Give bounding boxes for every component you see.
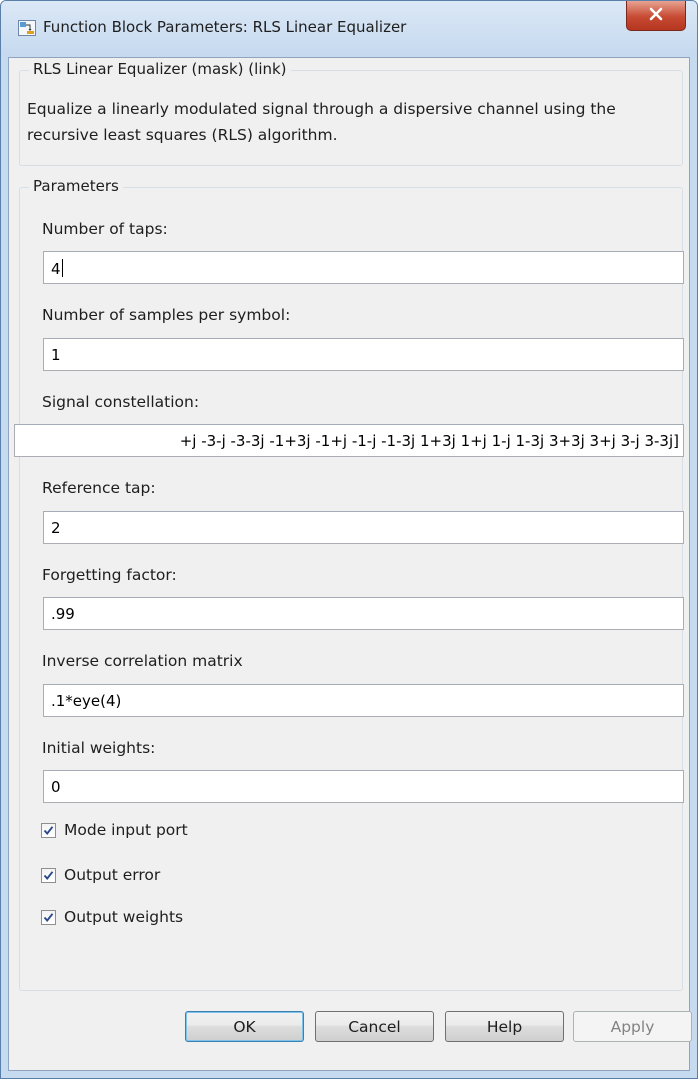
- parameters-group-title: Parameters: [29, 177, 123, 195]
- forgetting-factor-label: Forgetting factor:: [42, 566, 177, 584]
- signal-constellation-field[interactable]: +j -3-j -3-3j -1+3j -1+j -1-j -1-3j 1+3j…: [14, 424, 684, 457]
- block-description: Equalize a linearly modulated signal thr…: [27, 100, 616, 144]
- help-button[interactable]: Help: [445, 1011, 564, 1042]
- close-icon: [648, 6, 664, 25]
- output-weights-label: Output weights: [64, 908, 184, 926]
- samples-per-symbol-value: 1: [51, 346, 61, 364]
- dialog-client-area: RLS Linear Equalizer (mask) (link) Equal…: [8, 57, 690, 1071]
- reference-tap-value: 2: [51, 519, 61, 537]
- text-caret: [61, 259, 63, 277]
- reference-tap-label: Reference tap:: [42, 479, 156, 497]
- title-bar[interactable]: Function Block Parameters: RLS Linear Eq…: [1, 1, 697, 57]
- number-of-taps-label: Number of taps:: [42, 220, 168, 238]
- samples-per-symbol-field[interactable]: 1: [43, 338, 684, 371]
- number-of-taps-field[interactable]: 4: [43, 251, 684, 284]
- reference-tap-field[interactable]: 2: [43, 511, 684, 544]
- cancel-button[interactable]: Cancel: [315, 1011, 434, 1042]
- dialog-window: Function Block Parameters: RLS Linear Eq…: [0, 0, 698, 1079]
- inverse-correlation-matrix-value: .1*eye(4): [51, 692, 122, 710]
- close-button[interactable]: [626, 1, 686, 31]
- mode-input-port-label: Mode input port: [64, 821, 188, 839]
- output-weights-checkbox[interactable]: Output weights: [41, 906, 183, 928]
- mode-input-port-checkbox[interactable]: Mode input port: [41, 819, 188, 841]
- forgetting-factor-field[interactable]: .99: [43, 597, 684, 630]
- signal-constellation-label: Signal constellation:: [42, 393, 200, 411]
- inverse-correlation-matrix-label: Inverse correlation matrix: [42, 652, 243, 670]
- initial-weights-value: 0: [51, 778, 61, 796]
- checkbox-checked[interactable]: [41, 909, 56, 925]
- inverse-correlation-matrix-field[interactable]: .1*eye(4): [43, 684, 684, 717]
- signal-constellation-value: +j -3-j -3-3j -1+3j -1+j -1-j -1-3j 1+3j…: [179, 432, 679, 450]
- checkmark-icon: [43, 870, 54, 880]
- output-error-checkbox[interactable]: Output error: [41, 864, 160, 886]
- ok-button[interactable]: OK: [185, 1011, 304, 1042]
- checkmark-icon: [43, 912, 54, 922]
- initial-weights-field[interactable]: 0: [43, 770, 684, 803]
- number-of-taps-value: 4: [51, 259, 63, 278]
- window-title: Function Block Parameters: RLS Linear Eq…: [43, 18, 407, 36]
- checkmark-icon: [43, 825, 54, 835]
- initial-weights-label: Initial weights:: [42, 739, 156, 757]
- checkbox-checked[interactable]: [41, 822, 56, 838]
- apply-button[interactable]: Apply: [573, 1011, 692, 1042]
- samples-per-symbol-label: Number of samples per symbol:: [42, 306, 291, 324]
- forgetting-factor-value: .99: [51, 605, 75, 623]
- simulink-block-icon: [18, 20, 36, 36]
- output-error-label: Output error: [64, 866, 161, 884]
- checkbox-checked[interactable]: [41, 867, 56, 883]
- description-group-title: RLS Linear Equalizer (mask) (link): [29, 60, 291, 78]
